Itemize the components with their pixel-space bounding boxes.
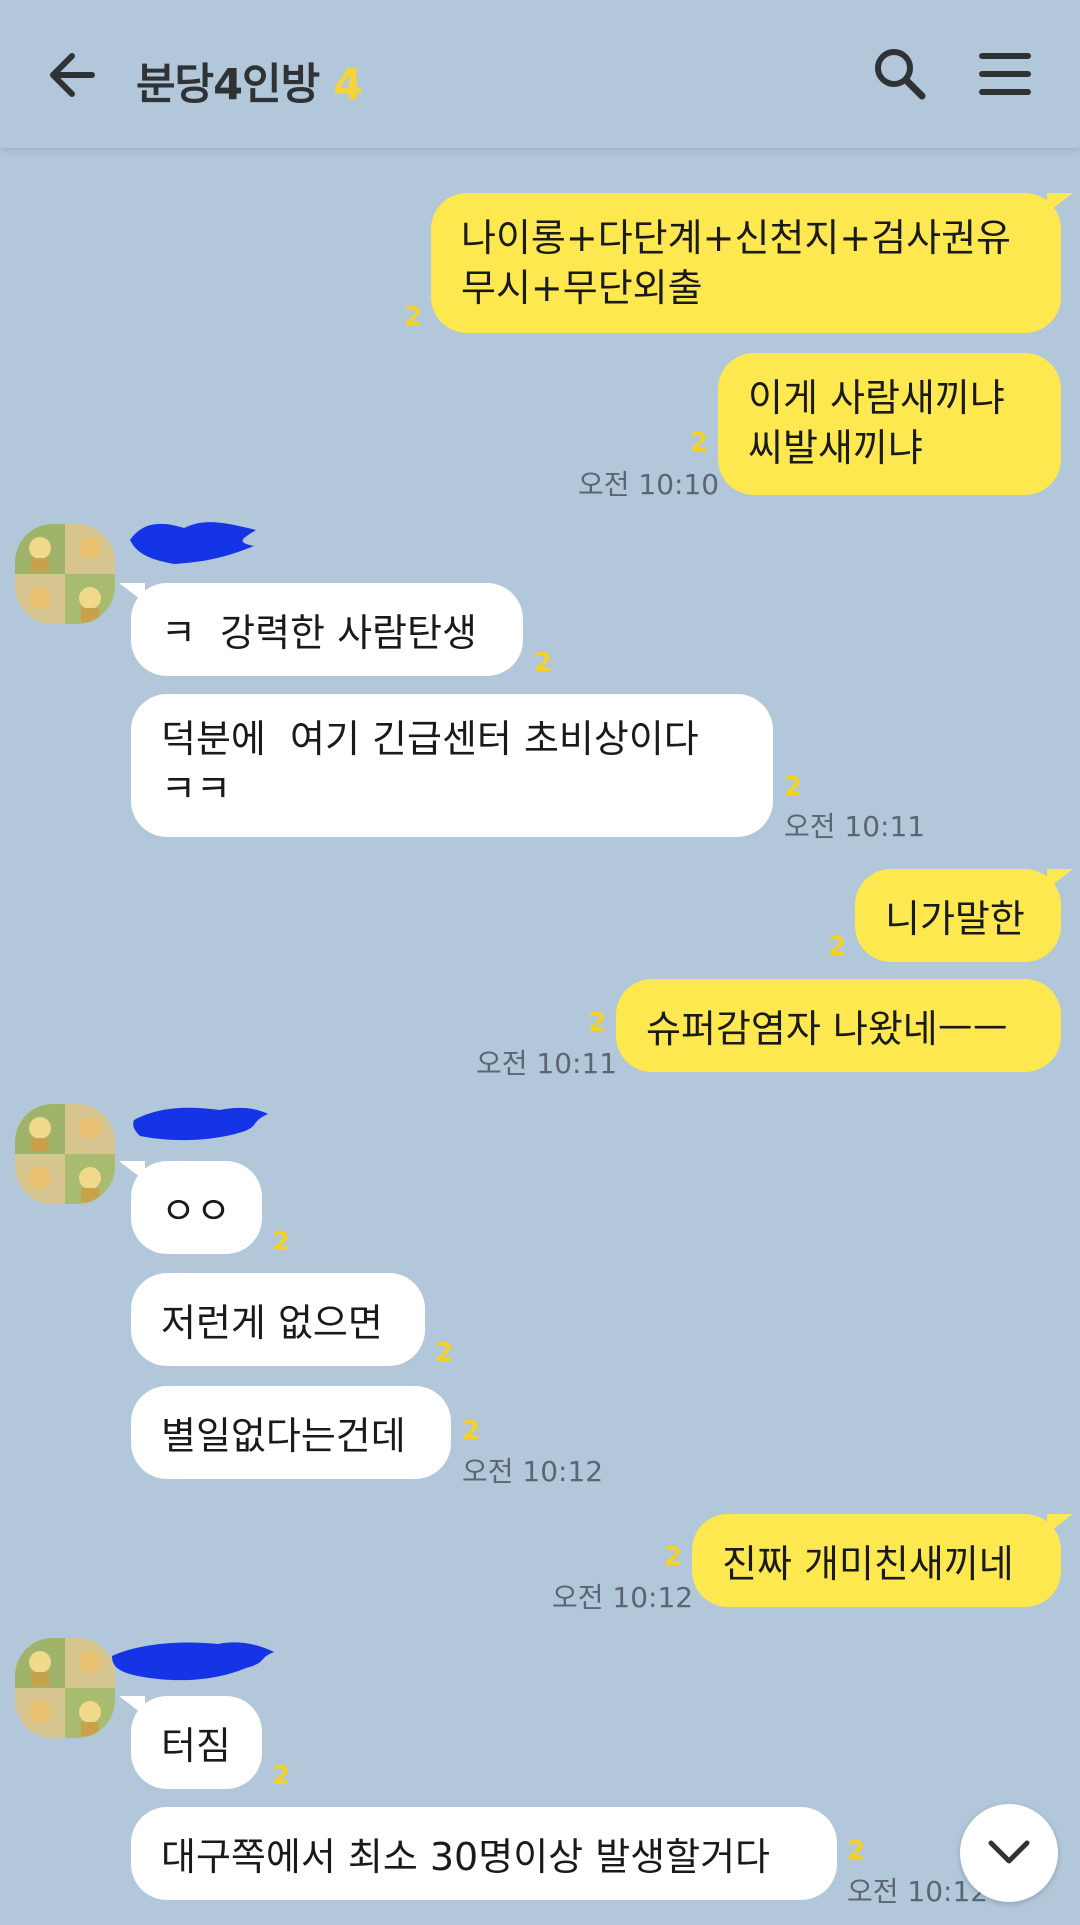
their-message-bubble[interactable]: 덕분에 여기 긴급센터 초비상이다 ㅋㅋ: [131, 694, 773, 837]
my-message-bubble[interactable]: 니가말한: [855, 869, 1073, 962]
unread-count: 2: [664, 1542, 683, 1572]
unread-count: 2: [462, 1416, 481, 1446]
redacted-sender-name: [112, 1642, 274, 1681]
avatar[interactable]: [15, 1104, 115, 1204]
menu-button[interactable]: [978, 50, 1032, 98]
message-text: 나이롱+다단계+신천지+검사권유 무시+무단외출: [461, 216, 1012, 310]
their-message-bubble[interactable]: 별일없다는건데: [131, 1386, 451, 1479]
message-time: 오전 10:12: [462, 1455, 604, 1488]
message-text: ㅋ 강력한 사람탄생: [161, 611, 477, 655]
message-text: 별일없다는건데: [161, 1414, 406, 1458]
back-button[interactable]: [44, 46, 104, 104]
unread-count: 2: [588, 1008, 607, 1038]
room-name: 분당4인방: [136, 60, 320, 110]
message-text: 슈퍼감염자 나왔네ㅡㅡ: [646, 1007, 1008, 1051]
chat-header: 분당4인방 4: [0, 0, 1080, 148]
message-text: 덕분에 여기 긴급센터 초비상이다 ㅋㅋ: [161, 717, 699, 811]
message-text: 터짐: [161, 1724, 231, 1768]
arrow-left-icon: [50, 53, 95, 97]
message-text: 니가말한: [885, 897, 1025, 941]
unread-count: 2: [784, 772, 803, 802]
chat-title: 분당4인방 4: [136, 50, 363, 112]
avatar-image: [15, 524, 115, 624]
unread-count: 2: [272, 1227, 291, 1257]
message-text: 대구쪽에서 최소 30명이상 발생할거다: [161, 1835, 770, 1879]
message-text: ㅇㅇ: [161, 1189, 231, 1233]
message-time: 오전 10:10: [578, 468, 720, 501]
their-message-bubble[interactable]: 터짐: [119, 1696, 262, 1789]
unread-count: 2: [847, 1836, 866, 1866]
search-icon: [875, 49, 926, 100]
their-message-bubble[interactable]: 저런게 없으면: [131, 1273, 425, 1366]
avatar-image: [15, 1104, 115, 1204]
redacted-sender-name: [133, 1107, 268, 1141]
their-message-bubble[interactable]: 대구쪽에서 최소 30명이상 발생할거다: [131, 1807, 837, 1900]
unread-count: 2: [404, 302, 423, 332]
message-time: 오전 10:12: [552, 1581, 694, 1614]
scroll-to-bottom-button[interactable]: [960, 1804, 1058, 1902]
unread-count: 2: [828, 932, 847, 962]
message-text: 이게 사람새끼냐 씨발새끼냐: [748, 376, 1005, 470]
message-text: 진짜 개미친새끼네: [722, 1542, 1014, 1586]
member-count: 4: [333, 60, 363, 110]
avatar-image: [15, 1638, 115, 1738]
redacted-sender-name: [130, 522, 256, 564]
unread-count: 2: [435, 1338, 454, 1368]
chevron-down-icon: [988, 1840, 1030, 1864]
avatar[interactable]: [15, 1638, 115, 1738]
unread-count: 2: [534, 648, 553, 678]
hamburger-menu-icon: [979, 53, 1031, 95]
my-message-bubble[interactable]: 나이롱+다단계+신천지+검사권유 무시+무단외출: [431, 193, 1073, 333]
my-message-bubble[interactable]: 진짜 개미친새끼네: [692, 1514, 1073, 1607]
search-button[interactable]: [872, 46, 928, 102]
their-message-bubble[interactable]: ㅇㅇ: [119, 1161, 262, 1254]
avatar[interactable]: [15, 524, 115, 624]
my-message-bubble[interactable]: 슈퍼감염자 나왔네ㅡㅡ: [616, 979, 1061, 1072]
their-message-bubble[interactable]: ㅋ 강력한 사람탄생: [119, 583, 523, 676]
message-time: 오전 10:11: [476, 1047, 618, 1080]
my-message-bubble[interactable]: 이게 사람새끼냐 씨발새끼냐: [718, 353, 1061, 495]
unread-count: 2: [690, 428, 709, 458]
message-time: 오전 10:11: [784, 810, 926, 843]
message-text: 저런게 없으면: [161, 1301, 383, 1345]
unread-count: 2: [272, 1761, 291, 1791]
